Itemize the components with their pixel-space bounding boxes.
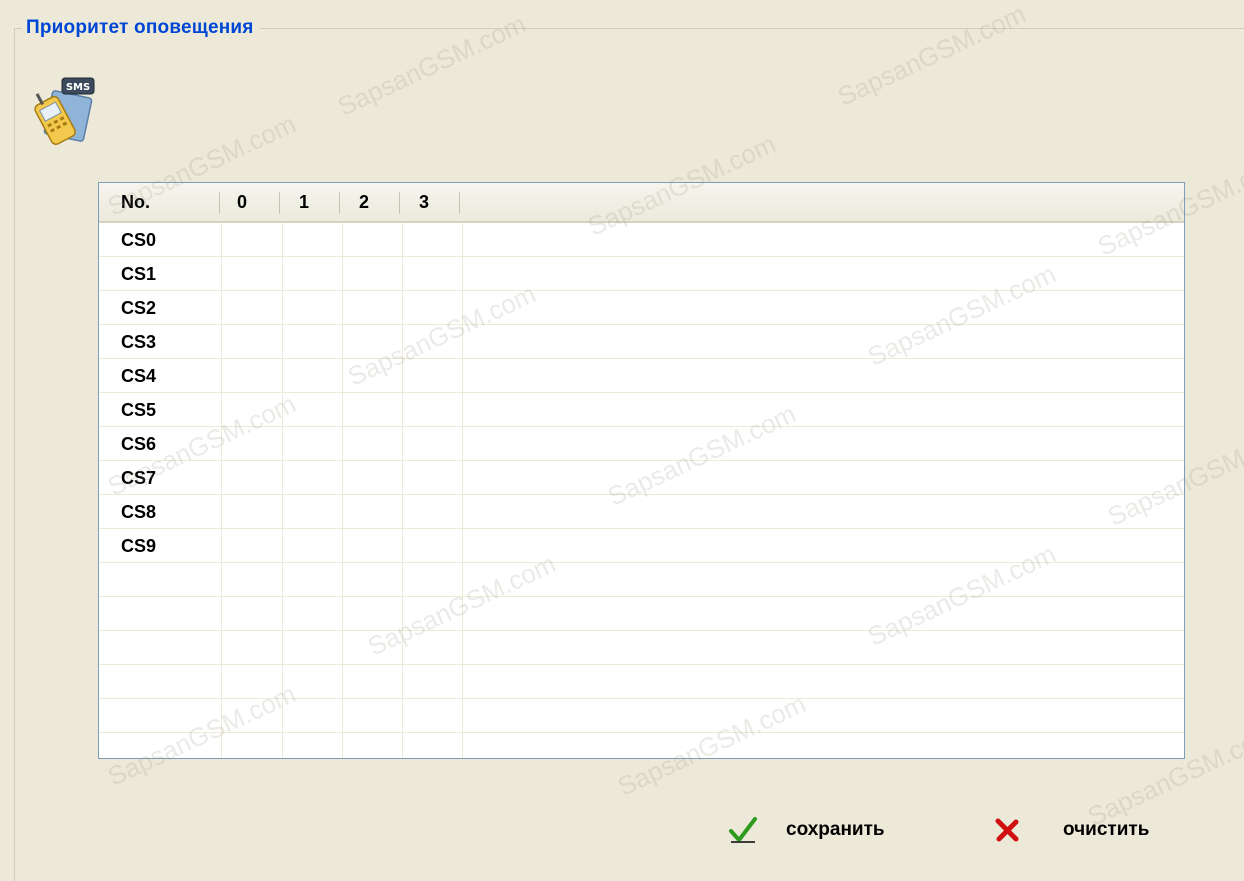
row-label: CS8 <box>121 502 157 522</box>
grid-row-cs4[interactable]: CS4 <box>99 359 1184 393</box>
column-separator <box>339 192 340 214</box>
grid-row-empty[interactable] <box>99 563 1184 597</box>
clear-button[interactable]: очистить <box>993 812 1149 848</box>
sms-badge-text: SMS <box>66 82 90 93</box>
column-separator <box>459 192 460 214</box>
column-header-0[interactable]: 0 <box>237 183 267 221</box>
row-label: CS2 <box>121 298 157 318</box>
grid-row-empty[interactable] <box>99 597 1184 631</box>
column-header-1[interactable]: 1 <box>299 183 329 221</box>
column-header-no[interactable]: No. <box>121 183 221 221</box>
grid-row-cs2[interactable]: CS2 <box>99 291 1184 325</box>
grid-row-cs6[interactable]: CS6 <box>99 427 1184 461</box>
grid-row-cs0[interactable]: CS0 <box>99 223 1184 257</box>
row-label: CS5 <box>121 400 157 420</box>
window-body: Приоритет оповещения SMS No. 0 1 2 3 CS0… <box>0 0 1244 881</box>
column-header-3[interactable]: 3 <box>419 183 449 221</box>
row-label: CS9 <box>121 536 157 556</box>
row-label: CS7 <box>121 468 157 488</box>
grid-row-cs8[interactable]: CS8 <box>99 495 1184 529</box>
row-label: CS1 <box>121 264 157 284</box>
priority-grid[interactable]: No. 0 1 2 3 CS0 CS1 CS2 CS3 CS4 CS5 CS6 … <box>98 182 1185 759</box>
column-separator <box>219 192 220 214</box>
grid-row-cs9[interactable]: CS9 <box>99 529 1184 563</box>
clear-button-label: очистить <box>1063 819 1150 840</box>
row-label: CS3 <box>121 332 157 352</box>
grid-row-empty[interactable] <box>99 665 1184 699</box>
column-separator <box>399 192 400 214</box>
grid-row-empty[interactable] <box>99 699 1184 733</box>
grid-rows: CS0 CS1 CS2 CS3 CS4 CS5 CS6 CS7 CS8 CS9 <box>99 223 1184 733</box>
grid-header: No. 0 1 2 3 <box>99 183 1184 223</box>
row-label: CS0 <box>121 230 157 250</box>
grid-row-cs1[interactable]: CS1 <box>99 257 1184 291</box>
row-label: CS6 <box>121 434 157 454</box>
save-button[interactable]: сохранить <box>728 812 885 848</box>
groupbox-title: Приоритет оповещения <box>22 17 260 39</box>
grid-row-cs5[interactable]: CS5 <box>99 393 1184 427</box>
grid-row-cs3[interactable]: CS3 <box>99 325 1184 359</box>
cross-icon <box>993 816 1021 844</box>
column-header-2[interactable]: 2 <box>359 183 389 221</box>
grid-row-empty[interactable] <box>99 631 1184 665</box>
save-button-label: сохранить <box>786 819 885 840</box>
checkmark-icon <box>728 815 758 845</box>
row-label: CS4 <box>121 366 157 386</box>
sms-phone-icon: SMS <box>28 76 96 148</box>
column-separator <box>279 192 280 214</box>
grid-row-cs7[interactable]: CS7 <box>99 461 1184 495</box>
